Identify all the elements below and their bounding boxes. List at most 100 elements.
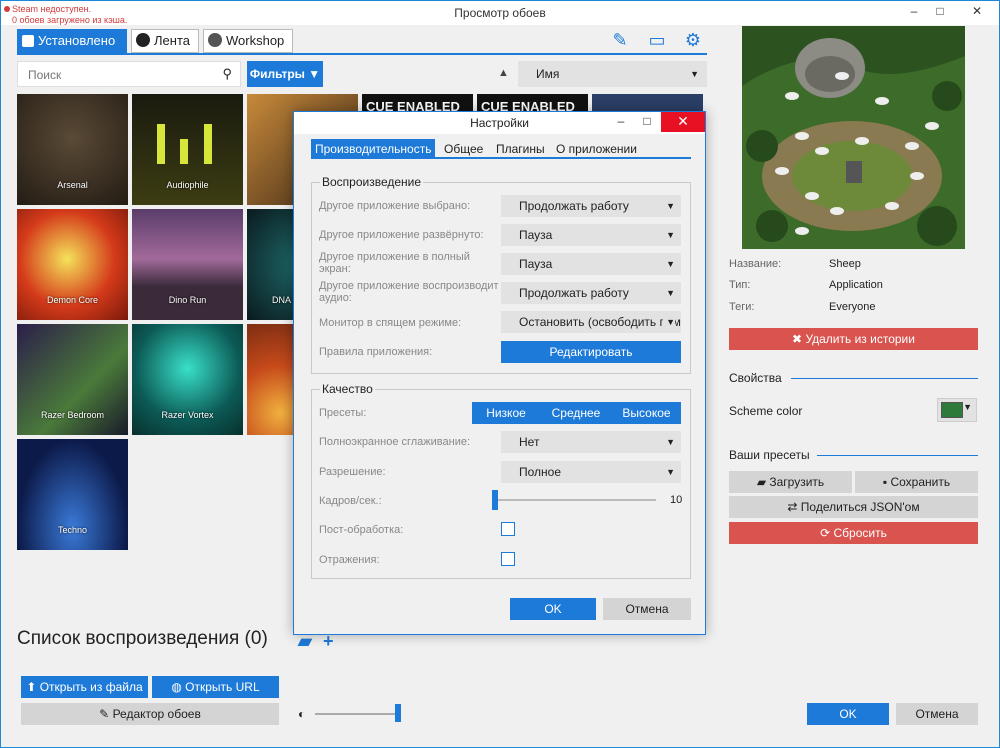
search-input[interactable]: Поиск ⚲ [17,61,241,87]
reset-button[interactable]: ⟳ Сбросить [729,522,978,544]
tab-plugins[interactable]: Плагины [492,139,549,159]
tab-about[interactable]: О приложении [552,139,641,159]
search-icon[interactable]: ⚲ [222,66,232,82]
preset-high-button[interactable]: Высокое [612,402,681,424]
wallpaper-tile[interactable]: Arsenal [17,94,128,205]
row-label: Отражения: [319,554,380,566]
open-url-button[interactable]: ◍ Открыть URL [152,676,279,698]
wallpaper-tile[interactable]: Demon Core [17,209,128,320]
wallpaper-label: Demon Core [46,295,99,305]
maximize-button[interactable]: □ [925,1,955,23]
wallpaper-editor-button[interactable]: ✎ Редактор обоев [21,703,279,725]
wallpaper-tile[interactable]: Techno [17,439,128,550]
ok-button[interactable]: OK [807,703,889,725]
save-preset-button[interactable]: ▪ Сохранить [855,471,978,493]
row-label: Разрешение: [319,466,386,478]
name-value: Sheep [829,258,861,270]
antialiasing-select[interactable]: Нет ▼ [501,431,681,453]
wallpaper-tile[interactable]: Audiophile [132,94,243,205]
app-fullscreen-select[interactable]: Пауза ▼ [501,253,681,275]
title-bar: Steam недоступен. 0 обоев загружено из к… [1,1,999,25]
dialog-ok-button[interactable]: OK [510,598,596,620]
close-icon: ✖ [792,332,806,346]
wallpaper-label: Techno [57,525,88,535]
divider [791,378,978,379]
reflections-checkbox[interactable] [501,552,515,566]
tab-feed[interactable]: Лента [131,29,199,53]
row-label: Другое приложение развёрнуто: [319,229,484,241]
select-value: Пауза [519,257,553,271]
window-title: Просмотр обоев [454,6,546,20]
playlist-title: Список воспроизведения (0) [17,628,268,649]
wand-icon[interactable]: ✎ [609,29,631,51]
reset-label: Сбросить [833,526,887,540]
monitor-icon[interactable]: ▭ [646,29,668,51]
type-key: Тип: [729,279,751,291]
settings-dialog: Настройки – □ ✕ Производительность Общее… [293,111,706,635]
chevron-down-icon: ▼ [666,467,675,477]
close-button[interactable]: ✕ [955,1,999,23]
delete-from-history-button[interactable]: ✖ Удалить из истории [729,328,978,350]
dialog-close-button[interactable]: ✕ [661,112,705,132]
gear-icon[interactable]: ⚙ [682,29,704,51]
save-icon [22,35,34,47]
brightness-slider[interactable] [315,713,397,715]
tags-key: Теги: [729,301,755,313]
scheme-color-picker[interactable]: ▼ [937,398,977,422]
resolution-select[interactable]: Полное ▼ [501,461,681,483]
dialog-cancel-button[interactable]: Отмена [603,598,691,620]
presets-heading: Ваши пресеты [729,448,810,462]
fps-slider[interactable] [494,499,656,501]
tab-installed-label: Установлено [38,33,116,48]
monitor-sleep-select[interactable]: Остановить (освободить память)▼ [501,311,681,333]
brightness-slider-thumb[interactable] [395,704,401,722]
preset-medium-button[interactable]: Среднее [540,402,612,424]
tab-general[interactable]: Общее [440,139,487,159]
tab-installed[interactable]: Установлено [17,29,127,53]
chevron-down-icon: ▼ [963,402,972,412]
globe-icon: ◍ [171,680,186,694]
app-focused-select[interactable]: Продолжать работу ▼ [501,195,681,217]
row-label: Правила приложения: [319,346,433,358]
filters-button[interactable]: Фильтры ▼ [247,61,323,87]
tab-underline [17,53,707,55]
filters-label: Фильтры [249,67,305,81]
preset-low-button[interactable]: Низкое [472,402,540,424]
fps-value: 10 [670,494,683,506]
refresh-icon: ⟳ [820,526,834,540]
wallpaper-tile[interactable]: Razer Bedroom [17,324,128,435]
brightness-icon: ◐ [298,707,306,721]
divider [817,455,978,456]
wallpaper-tile[interactable]: Dino Run [132,209,243,320]
type-value: Application [829,279,883,291]
dialog-tab-underline [311,157,691,159]
load-preset-button[interactable]: ▰ Загрузить [729,471,852,493]
wallpaper-preview [742,26,965,249]
sort-select[interactable]: Имя ▼ [518,61,707,87]
save-label: Сохранить [890,475,951,489]
select-value: Полное [519,465,562,479]
post-processing-checkbox[interactable] [501,522,515,536]
wallpaper-label: Audiophile [166,180,209,190]
select-value: Остановить (освободить память) [519,315,681,329]
fps-slider-thumb[interactable] [492,490,498,510]
app-audio-select[interactable]: Продолжать работу ▼ [501,282,681,304]
share-json-button[interactable]: ⇄ Поделиться JSON'ом [729,496,978,518]
wallpaper-tile[interactable]: Razer Vortex [132,324,243,435]
sort-direction-button[interactable]: ▲ [498,67,509,79]
wallpaper-label: Razer Vortex [161,410,214,420]
open-file-button[interactable]: ⬆ Открыть из файла [21,676,148,698]
name-key: Название: [729,258,782,270]
chevron-down-icon: ▼ [666,437,675,447]
tab-performance[interactable]: Производительность [311,139,436,159]
steam-icon [208,33,222,47]
chevron-down-icon: ▼ [666,259,675,269]
tab-workshop[interactable]: Workshop [203,29,293,53]
dialog-maximize-button[interactable]: □ [632,112,662,132]
share-icon: ⇄ [787,500,801,514]
wallpaper-editor-label: Редактор обоев [112,707,201,721]
app-maximized-select[interactable]: Пауза ▼ [501,224,681,246]
row-label: Кадров/сек.: [319,495,382,507]
edit-rules-button[interactable]: Редактировать [501,341,681,363]
cancel-button[interactable]: Отмена [896,703,978,725]
